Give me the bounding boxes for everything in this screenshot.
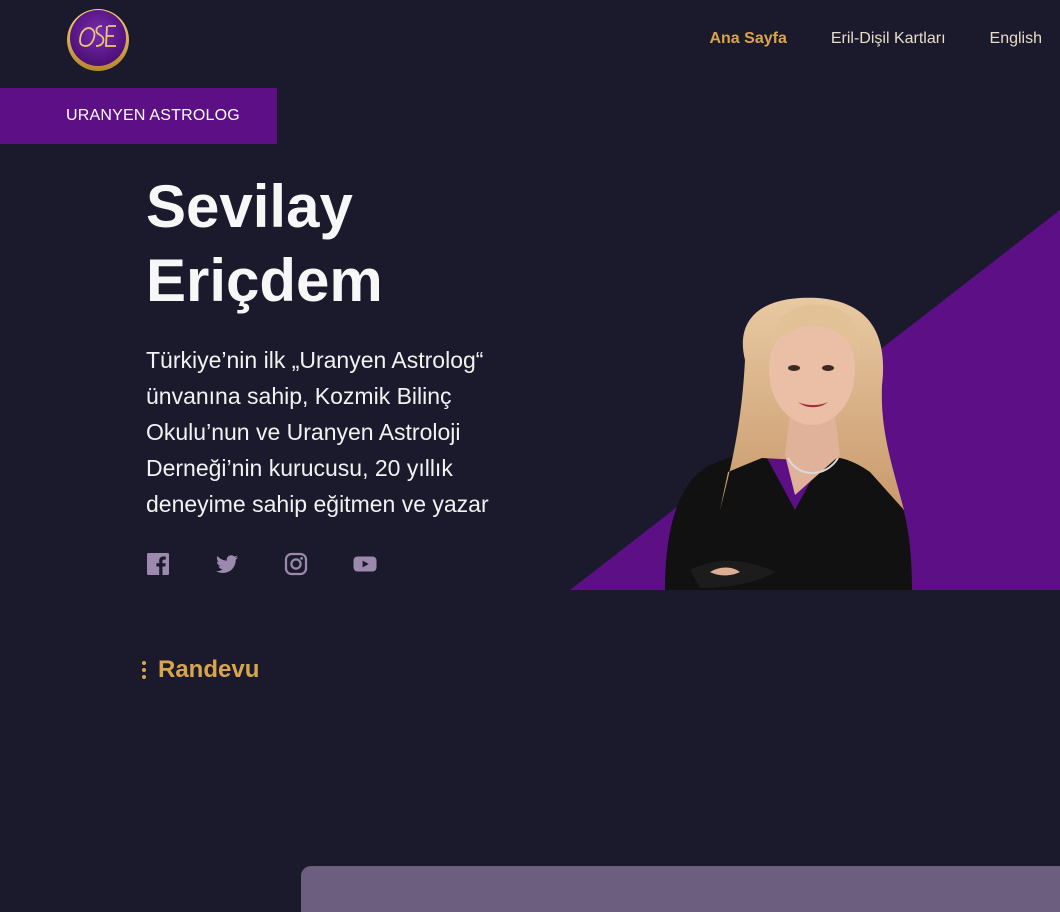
hero-name: Sevilay Eriçdem <box>146 170 383 318</box>
appointment-title: Randevu <box>158 656 260 683</box>
hero-badge: URANYEN ASTROLOG <box>0 88 277 144</box>
facebook-icon[interactable] <box>146 552 170 576</box>
hero-name-last: Eriçdem <box>146 247 383 314</box>
nav-link-english[interactable]: English <box>990 30 1042 48</box>
main-nav: Ana Sayfa Eril-Dişil Kartları English <box>709 30 1042 48</box>
twitter-icon[interactable] <box>215 552 239 576</box>
appointment-section: Randevu <box>140 656 259 684</box>
social-links <box>146 552 377 576</box>
nav-link-eril-disil-kartlari[interactable]: Eril-Dişil Kartları <box>831 30 946 48</box>
section-dots-icon <box>140 661 148 679</box>
youtube-icon[interactable] <box>353 552 377 576</box>
hero-name-first: Sevilay <box>146 173 353 240</box>
logo-icon[interactable] <box>66 8 130 72</box>
appointment-card <box>301 866 1060 912</box>
hero-description: Türkiye’nin ilk „Uranyen Astrolog“ ünvan… <box>146 347 489 517</box>
instagram-icon[interactable] <box>284 552 308 576</box>
nav-link-ana-sayfa[interactable]: Ana Sayfa <box>709 30 786 48</box>
portrait-photo <box>570 210 1060 590</box>
